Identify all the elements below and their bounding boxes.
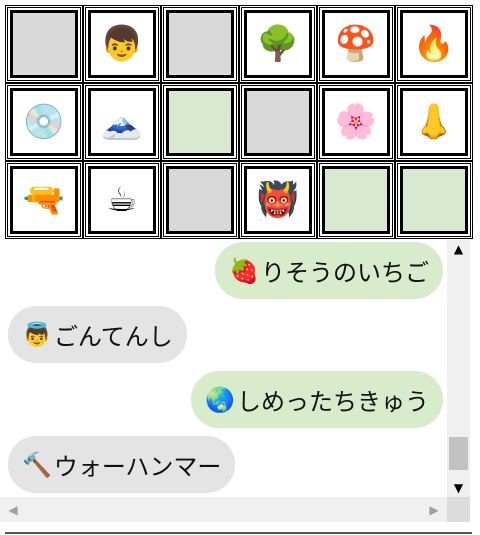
tile-face (400, 166, 468, 234)
tile[interactable] (395, 161, 473, 239)
tile-face (166, 88, 234, 156)
tile[interactable]: 🔫 (5, 161, 83, 239)
disc-icon: 💿 (10, 88, 78, 156)
vertical-scrollbar[interactable]: ▲ ▼ (447, 240, 470, 497)
tile-face (166, 10, 234, 78)
tree-icon: 🌳 (244, 10, 312, 78)
chat-message-right: 🍓 りそうのいちご (215, 242, 443, 299)
mountain-icon: 🗻 (88, 88, 156, 156)
tile[interactable]: 👹 (239, 161, 317, 239)
tile[interactable]: 🌸 (317, 83, 395, 161)
tile[interactable]: 🔥 (395, 5, 473, 83)
tile-face (322, 166, 390, 234)
chat-message-left: 🔨 ウォーハンマー (8, 436, 236, 493)
tile[interactable]: 🌳 (239, 5, 317, 83)
message-text: しめったちきゅう (237, 388, 429, 416)
tile-face (166, 166, 234, 234)
coffee-icon: ☕ (88, 166, 156, 234)
tile[interactable] (5, 5, 83, 83)
divider (5, 532, 472, 534)
water-pistol-icon: 🔫 (10, 166, 78, 234)
scrollbar-corner (447, 497, 470, 522)
tile[interactable]: 🍄 (317, 5, 395, 83)
message-text: りそうのいちご (261, 259, 429, 287)
chat-log[interactable]: 🍓 りそうのいちご 👼 ごんてんし 🌏 しめったちきゅう 🔨 ウォーハンマー (0, 240, 447, 497)
message-text: ごんてんし (53, 323, 173, 351)
strawberry-icon: 🍓 (229, 256, 259, 285)
globe-icon: 🌏 (205, 385, 235, 414)
angel-icon: 👼 (22, 320, 52, 349)
ogre-icon: 👹 (244, 166, 312, 234)
chat-message-left: 👼 ごんてんし (8, 306, 187, 363)
tile[interactable]: 👃 (395, 83, 473, 161)
tile[interactable] (161, 161, 239, 239)
scroll-thumb[interactable] (449, 437, 468, 470)
tile[interactable] (161, 5, 239, 83)
blossom-icon: 🌸 (322, 88, 390, 156)
tile[interactable] (161, 83, 239, 161)
tile[interactable]: 💿 (5, 83, 83, 161)
game-board: 👦 🌳 🍄 🔥 💿 🗻 🌸 👃 🔫 ☕ 👹 (5, 5, 473, 239)
boy-icon: 👦 (88, 10, 156, 78)
message-text: ウォーハンマー (53, 453, 222, 481)
tile[interactable]: ☕ (83, 161, 161, 239)
tile-face (10, 10, 78, 78)
scroll-down-button[interactable]: ▼ (447, 479, 470, 497)
tile[interactable]: 🗻 (83, 83, 161, 161)
horizontal-scrollbar[interactable]: ◀ ▶ (0, 497, 447, 522)
mushroom-icon: 🍄 (322, 10, 390, 78)
scroll-right-button[interactable]: ▶ (425, 497, 443, 522)
chat-panel: 🍓 りそうのいちご 👼 ごんてんし 🌏 しめったちきゅう 🔨 ウォーハンマー ▲ ▼ ◀… (0, 240, 470, 522)
hammer-icon: 🔨 (22, 450, 52, 479)
tile[interactable]: 👦 (83, 5, 161, 83)
scroll-up-button[interactable]: ▲ (447, 240, 470, 258)
tile[interactable] (239, 83, 317, 161)
tile[interactable] (317, 161, 395, 239)
fire-icon: 🔥 (400, 10, 468, 78)
chat-message-right: 🌏 しめったちきゅう (191, 371, 443, 428)
tile-face (244, 88, 312, 156)
scroll-left-button[interactable]: ◀ (4, 497, 22, 522)
nose-icon: 👃 (400, 88, 468, 156)
